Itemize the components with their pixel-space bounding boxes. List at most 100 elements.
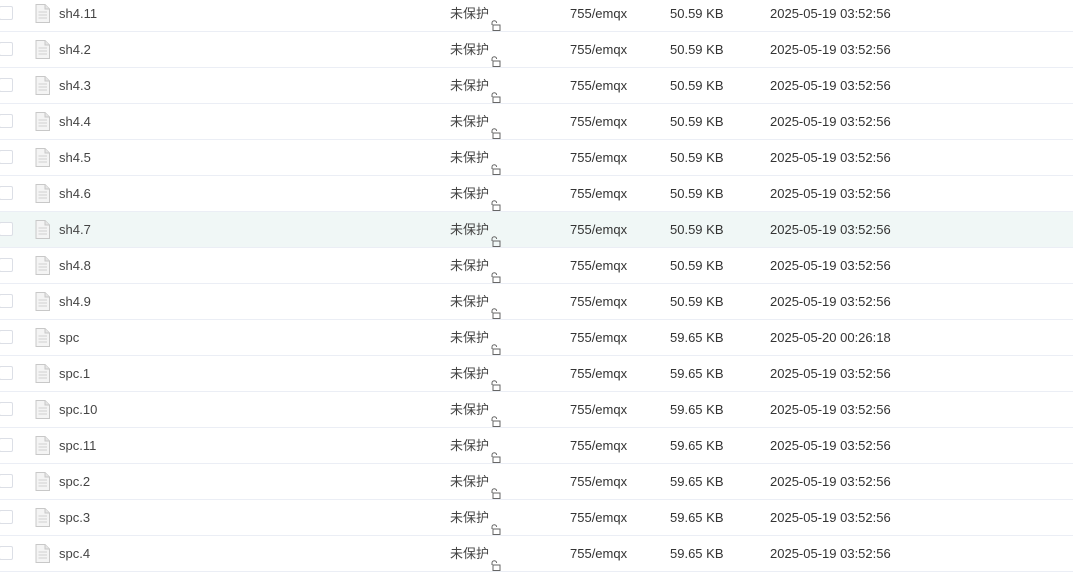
file-name[interactable]: spc.11 xyxy=(59,428,96,463)
protection-status[interactable]: 未保护 xyxy=(450,536,501,571)
table-row[interactable]: sh4.9 未保护 755/emqx 50.59 KB 2025-05-19 03:52… xyxy=(0,284,1073,320)
table-row[interactable]: spc.11 未保护 755/emqx 59.65 KB 2025-05-19 03:5… xyxy=(0,428,1073,464)
protection-label: 未保护 xyxy=(450,330,490,345)
file-name[interactable]: sh4.5 xyxy=(59,140,91,175)
table-row[interactable]: spc.10 未保护 755/emqx 59.65 KB 2025-05-19 03:5… xyxy=(0,392,1073,428)
permission-owner[interactable]: 755/emqx xyxy=(570,536,627,571)
file-name[interactable]: spc.4 xyxy=(59,536,90,571)
table-row[interactable]: spc.3 未保护 755/emqx 59.65 KB 2025-05-19 03:52… xyxy=(0,500,1073,536)
file-icon xyxy=(35,148,50,167)
file-name[interactable]: sh4.8 xyxy=(59,248,91,283)
file-size: 59.65 KB xyxy=(670,474,724,489)
row-checkbox[interactable] xyxy=(0,546,13,560)
table-row[interactable]: sh4.6 未保护 755/emqx 50.59 KB 2025-05-19 03:52… xyxy=(0,176,1073,212)
file-name[interactable]: spc.10 xyxy=(59,392,97,427)
row-checkbox[interactable] xyxy=(0,114,13,128)
protection-status[interactable]: 未保护 xyxy=(450,320,501,355)
permission-owner[interactable]: 755/emqx xyxy=(570,500,627,535)
table-row[interactable]: sh4.11 未保护 755/emqx 50.59 KB 2025-05-19 03:5… xyxy=(0,0,1073,32)
permission-owner[interactable]: 755/emqx xyxy=(570,392,627,427)
row-checkbox[interactable] xyxy=(0,510,13,524)
file-icon xyxy=(35,112,50,131)
permission-owner[interactable]: 755/emqx xyxy=(570,248,627,283)
permission-owner[interactable]: 755/emqx xyxy=(570,284,627,319)
table-row[interactable]: sh4.3 未保护 755/emqx 50.59 KB 2025-05-19 03:52… xyxy=(0,68,1073,104)
unlock-icon xyxy=(490,225,501,247)
file-name[interactable]: sh4.3 xyxy=(59,68,91,103)
protection-status[interactable]: 未保护 xyxy=(450,356,501,391)
row-checkbox[interactable] xyxy=(0,186,13,200)
row-checkbox[interactable] xyxy=(0,438,13,452)
protection-status[interactable]: 未保护 xyxy=(450,140,501,175)
table-row[interactable]: spc.1 未保护 755/emqx 59.65 KB 2025-05-19 03:52… xyxy=(0,356,1073,392)
file-size: 59.65 KB xyxy=(670,510,724,525)
modified-time: 2025-05-19 03:52:56 xyxy=(770,186,891,201)
protection-status[interactable]: 未保护 xyxy=(450,284,501,319)
protection-status[interactable]: 未保护 xyxy=(450,428,501,463)
file-name[interactable]: sh4.7 xyxy=(59,212,91,247)
table-row[interactable]: spc.4 未保护 755/emqx 59.65 KB 2025-05-19 03:52… xyxy=(0,536,1073,572)
unlock-icon xyxy=(490,441,501,463)
unlock-icon xyxy=(490,153,501,175)
row-checkbox[interactable] xyxy=(0,258,13,272)
permission-owner[interactable]: 755/emqx xyxy=(570,464,627,499)
protection-status[interactable]: 未保护 xyxy=(450,32,501,67)
modified-time: 2025-05-19 03:52:56 xyxy=(770,258,891,273)
protection-status[interactable]: 未保护 xyxy=(450,464,501,499)
row-checkbox[interactable] xyxy=(0,294,13,308)
protection-status[interactable]: 未保护 xyxy=(450,500,501,535)
row-checkbox[interactable] xyxy=(0,78,13,92)
protection-label: 未保护 xyxy=(450,366,490,381)
protection-status[interactable]: 未保护 xyxy=(450,212,501,247)
table-row[interactable]: spc.2 未保护 755/emqx 59.65 KB 2025-05-19 03:52… xyxy=(0,464,1073,500)
table-row[interactable]: sh4.8 未保护 755/emqx 50.59 KB 2025-05-19 03:52… xyxy=(0,248,1073,284)
row-checkbox[interactable] xyxy=(0,42,13,56)
row-checkbox[interactable] xyxy=(0,150,13,164)
file-name[interactable]: sh4.11 xyxy=(59,0,97,31)
protection-status[interactable]: 未保护 xyxy=(450,176,501,211)
unlock-icon xyxy=(490,369,501,391)
table-row[interactable]: spc 未保护 755/emqx 59.65 KB 2025-05-20 00:26:1… xyxy=(0,320,1073,356)
file-name[interactable]: sh4.9 xyxy=(59,284,91,319)
table-row[interactable]: sh4.4 未保护 755/emqx 50.59 KB 2025-05-19 03:52… xyxy=(0,104,1073,140)
protection-status[interactable]: 未保护 xyxy=(450,104,501,139)
permission-owner[interactable]: 755/emqx xyxy=(570,320,627,355)
table-row[interactable]: sh4.7 未保护 755/emqx 50.59 KB 2025-05-19 03:52… xyxy=(0,212,1073,248)
file-icon xyxy=(35,544,50,563)
row-checkbox[interactable] xyxy=(0,366,13,380)
permission-owner[interactable]: 755/emqx xyxy=(570,212,627,247)
row-checkbox[interactable] xyxy=(0,474,13,488)
modified-time: 2025-05-19 03:52:56 xyxy=(770,546,891,561)
file-name[interactable]: sh4.4 xyxy=(59,104,91,139)
permission-owner[interactable]: 755/emqx xyxy=(570,0,627,31)
protection-status[interactable]: 未保护 xyxy=(450,392,501,427)
file-icon xyxy=(35,364,50,383)
row-checkbox[interactable] xyxy=(0,330,13,344)
row-checkbox[interactable] xyxy=(0,6,13,20)
permission-owner[interactable]: 755/emqx xyxy=(570,356,627,391)
file-size: 50.59 KB xyxy=(670,6,724,21)
row-checkbox[interactable] xyxy=(0,402,13,416)
permission-owner[interactable]: 755/emqx xyxy=(570,428,627,463)
file-name[interactable]: spc xyxy=(59,320,79,355)
file-icon xyxy=(35,40,50,59)
permission-owner[interactable]: 755/emqx xyxy=(570,140,627,175)
file-name[interactable]: spc.2 xyxy=(59,464,90,499)
table-row[interactable]: sh4.5 未保护 755/emqx 50.59 KB 2025-05-19 03:52… xyxy=(0,140,1073,176)
protection-status[interactable]: 未保护 xyxy=(450,248,501,283)
permission-owner[interactable]: 755/emqx xyxy=(570,32,627,67)
permission-owner[interactable]: 755/emqx xyxy=(570,68,627,103)
file-icon xyxy=(35,328,50,347)
modified-time: 2025-05-19 03:52:56 xyxy=(770,78,891,93)
file-name[interactable]: spc.1 xyxy=(59,356,90,391)
row-checkbox[interactable] xyxy=(0,222,13,236)
file-name[interactable]: spc.3 xyxy=(59,500,90,535)
permission-owner[interactable]: 755/emqx xyxy=(570,176,627,211)
file-name[interactable]: sh4.2 xyxy=(59,32,91,67)
protection-label: 未保护 xyxy=(450,114,490,129)
protection-status[interactable]: 未保护 xyxy=(450,68,501,103)
permission-owner[interactable]: 755/emqx xyxy=(570,104,627,139)
file-name[interactable]: sh4.6 xyxy=(59,176,91,211)
table-row[interactable]: sh4.2 未保护 755/emqx 50.59 KB 2025-05-19 03:52… xyxy=(0,32,1073,68)
protection-status[interactable]: 未保护 xyxy=(450,0,501,31)
